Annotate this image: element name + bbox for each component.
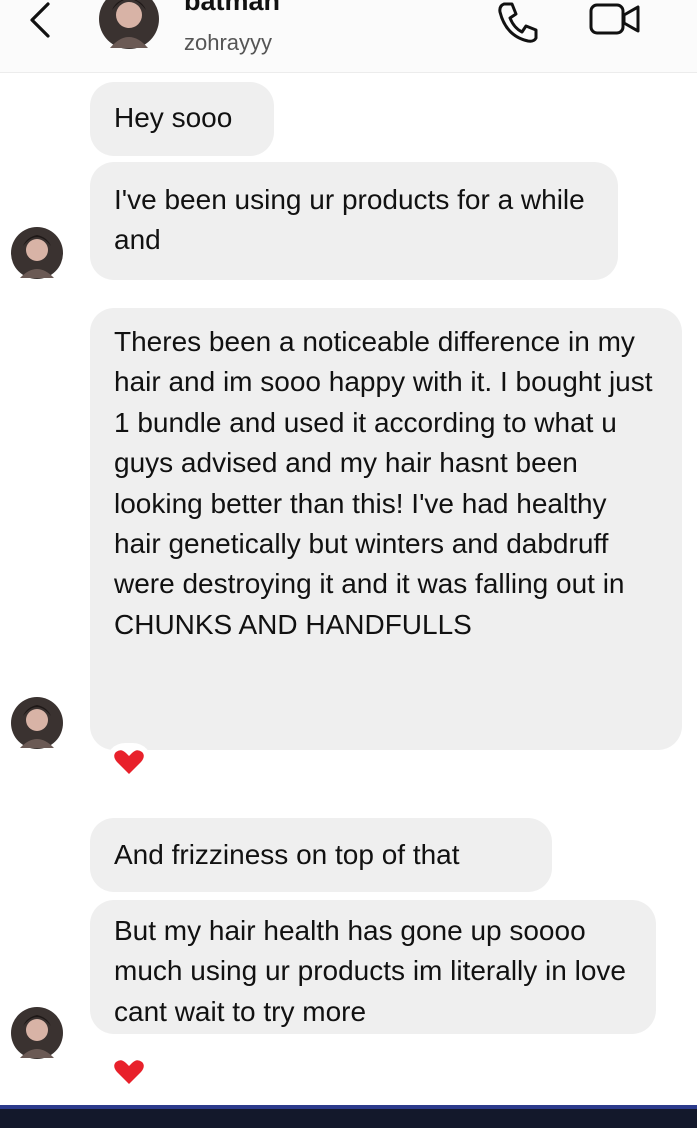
heart-icon bbox=[114, 750, 144, 774]
message-reaction[interactable] bbox=[106, 743, 152, 781]
phone-icon bbox=[498, 2, 538, 43]
message-text: I've been using ur products for a while … bbox=[114, 184, 585, 256]
message-bubble[interactable]: I've been using ur products for a while … bbox=[90, 162, 618, 280]
sender-avatar[interactable] bbox=[10, 1006, 64, 1060]
message-bubble[interactable]: Hey sooo bbox=[90, 82, 274, 156]
chevron-left-icon bbox=[30, 2, 50, 38]
message-text: And frizziness on top of that bbox=[114, 839, 460, 870]
message-bubble[interactable]: But my hair health has gone up soooo muc… bbox=[90, 900, 656, 1034]
sender-avatar[interactable] bbox=[10, 226, 64, 280]
message-reaction[interactable] bbox=[106, 1053, 152, 1091]
bottom-bar bbox=[0, 1105, 697, 1128]
contact-handle: zohrayyy bbox=[184, 30, 273, 55]
message-thread[interactable]: Hey sooo I've been using ur products for… bbox=[0, 72, 697, 1105]
message-text: But my hair health has gone up soooo muc… bbox=[114, 915, 626, 1027]
contact-avatar[interactable] bbox=[98, 0, 160, 50]
message-bubble[interactable]: Theres been a noticeable difference in m… bbox=[90, 308, 682, 750]
chat-header: batman zohrayyy bbox=[0, 0, 697, 73]
heart-icon bbox=[114, 1060, 144, 1084]
message-text: Hey sooo bbox=[114, 102, 233, 133]
contact-name[interactable]: batman bbox=[184, 0, 280, 17]
video-camera-icon bbox=[589, 3, 640, 35]
message-bubble[interactable]: And frizziness on top of that bbox=[90, 818, 552, 892]
audio-call-button[interactable] bbox=[496, 0, 540, 44]
video-call-button[interactable] bbox=[588, 0, 644, 40]
back-button[interactable] bbox=[22, 0, 62, 44]
message-text: Theres been a noticeable difference in m… bbox=[114, 326, 653, 640]
sender-avatar[interactable] bbox=[10, 696, 64, 750]
